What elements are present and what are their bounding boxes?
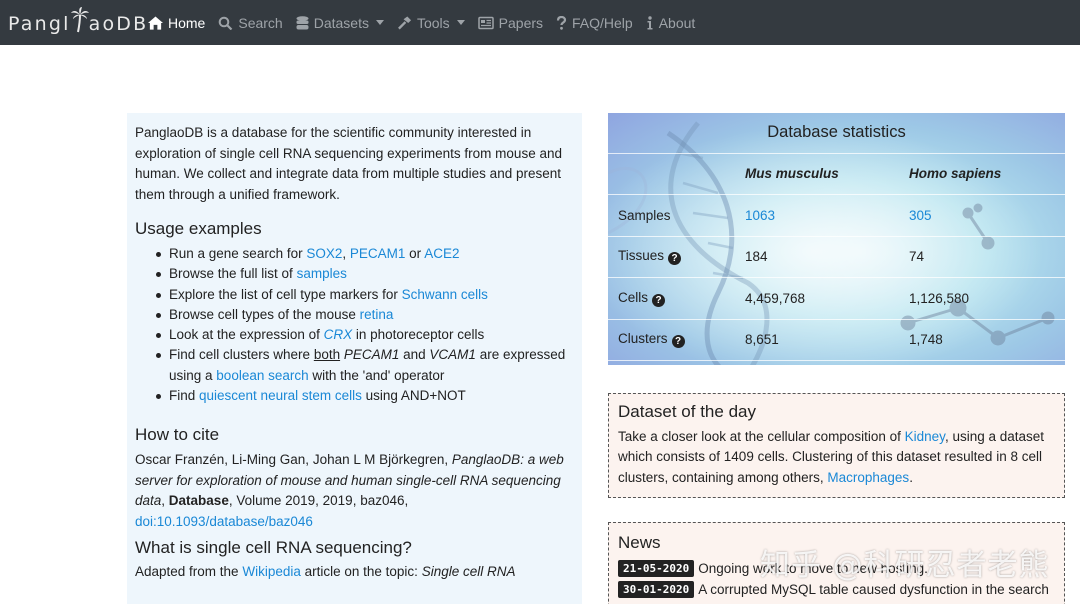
col-mus-musculus: Mus musculus — [745, 153, 909, 195]
news-text: A corrupted MySQL table caused dysfuncti… — [698, 582, 1049, 597]
col-homo-sapiens: Homo sapiens — [909, 153, 1065, 195]
table-row: Tissues? 184 74 — [608, 236, 1065, 278]
doi-link[interactable]: doi:10.1093/database/baz046 — [135, 514, 313, 529]
intro-panel: PanglaoDB is a database for the scientif… — [127, 113, 582, 604]
brand-logo[interactable]: Pangl aoDB — [8, 7, 149, 35]
dotd-text: Take a closer look at the cellular compo… — [618, 429, 1045, 485]
list-item: Look at the expression of CRX in photore… — [155, 325, 574, 345]
nav-search[interactable]: Search — [218, 14, 283, 31]
database-icon — [296, 15, 309, 29]
intro-text: PanglaoDB is a database for the scientif… — [135, 125, 562, 202]
main-nav: Home Search Datasets Tools Papers FAQ/He… — [148, 0, 708, 45]
nav-search-label: Search — [238, 14, 283, 31]
question-icon — [556, 15, 567, 30]
list-item: Find cell clusters where both PECAM1 and… — [155, 345, 574, 386]
dataset-of-the-day: Dataset of the day Take a closer look at… — [608, 393, 1065, 498]
ace2-link[interactable]: ACE2 — [424, 246, 459, 261]
list-item: Browse the full list of samples — [155, 264, 574, 284]
human-samples-link[interactable]: 305 — [909, 208, 932, 223]
wikipedia-link[interactable]: Wikipedia — [242, 564, 301, 579]
table-row: Clusters? 8,651 1,748 — [608, 319, 1065, 361]
list-item: Find quiescent neural stem cells using A… — [155, 386, 574, 406]
human-cells-value: 1,126,580 — [909, 277, 1065, 320]
palm-tree-icon — [70, 7, 89, 33]
quiescent-nsc-link[interactable]: quiescent neural stem cells — [199, 388, 362, 403]
search-icon — [219, 16, 233, 30]
news-date-badge: 30-01-2020 — [618, 581, 695, 598]
pecam1-link[interactable]: PECAM1 — [350, 246, 406, 261]
row-label-samples: Samples — [608, 194, 745, 237]
nav-papers[interactable]: Papers — [477, 14, 544, 31]
boolean-search-link[interactable]: boolean search — [216, 368, 308, 383]
statistics-title: Database statistics — [608, 113, 1065, 154]
hammer-icon — [398, 15, 412, 29]
human-clusters-value: 1,748 — [909, 319, 1065, 361]
nav-faq-label: FAQ/Help — [572, 14, 633, 31]
mouse-samples-link[interactable]: 1063 — [745, 208, 775, 223]
nav-faq[interactable]: FAQ/Help — [556, 15, 633, 31]
row-label-cells: Cells — [618, 289, 649, 305]
info-icon — [647, 15, 653, 29]
crx-link[interactable]: CRX — [324, 327, 353, 342]
samples-link[interactable]: samples — [297, 266, 347, 281]
chevron-down-icon — [456, 20, 465, 25]
list-item: Run a gene search for SOX2, PECAM1 or AC… — [155, 244, 574, 264]
newspaper-icon — [477, 16, 494, 29]
list-item: Explore the list of cell type markers fo… — [155, 285, 574, 305]
schwann-cells-link[interactable]: Schwann cells — [402, 287, 488, 302]
statistics-table: Database statistics Mus musculus Homo sa… — [608, 113, 1065, 361]
usage-heading: Usage examples — [135, 219, 262, 238]
sox2-link[interactable]: SOX2 — [306, 246, 342, 261]
mouse-tissues-value: 184 — [745, 236, 909, 278]
dotd-heading: Dataset of the day — [618, 402, 756, 421]
help-icon[interactable]: ? — [668, 252, 682, 266]
home-icon — [148, 15, 163, 30]
nav-home-label: Home — [168, 14, 206, 31]
nav-papers-label: Papers — [498, 14, 544, 31]
citation-text: Oscar Franzén, Li-Ming Gan, Johan L M Bj… — [135, 452, 564, 529]
brand-text-end: aoDB — [88, 13, 149, 35]
top-navbar: Pangl aoDB Home Search Datasets Tools Pa… — [0, 0, 1080, 45]
help-icon[interactable]: ? — [652, 293, 666, 307]
table-row: Samples 1063 305 — [608, 194, 1065, 237]
nav-tools-label: Tools — [416, 14, 450, 31]
list-item: Browse cell types of the mouse retina — [155, 305, 574, 325]
brand-text-start: Pangl — [8, 13, 71, 35]
news-date-badge: 21-05-2020 — [618, 560, 695, 577]
row-label-clusters: Clusters — [618, 331, 668, 347]
database-statistics: Database statistics Mus musculus Homo sa… — [608, 113, 1065, 365]
retina-link[interactable]: retina — [360, 307, 394, 322]
nav-about[interactable]: About — [646, 14, 696, 31]
nav-tools[interactable]: Tools — [397, 15, 465, 31]
scrna-heading: What is single cell RNA sequencing? — [135, 538, 412, 558]
usage-list: Run a gene search for SOX2, PECAM1 or AC… — [135, 244, 574, 406]
macrophages-link[interactable]: Macrophages — [827, 470, 909, 485]
nav-home[interactable]: Home — [148, 15, 205, 31]
row-label-tissues: Tissues — [618, 248, 665, 264]
cite-heading: How to cite — [135, 425, 220, 445]
nav-datasets-label: Datasets — [313, 14, 369, 31]
kidney-link[interactable]: Kidney — [905, 429, 945, 444]
human-tissues-value: 74 — [909, 236, 1065, 278]
adapted-text: Adapted from the Wikipedia article on th… — [135, 564, 516, 580]
mouse-clusters-value: 8,651 — [745, 319, 909, 361]
nav-datasets[interactable]: Datasets — [296, 15, 384, 31]
nav-about-label: About — [658, 14, 696, 31]
mouse-cells-value: 4,459,768 — [745, 277, 909, 320]
help-icon[interactable]: ? — [671, 335, 685, 349]
table-row: Cells? 4,459,768 1,126,580 — [608, 277, 1065, 320]
chevron-down-icon — [375, 20, 384, 25]
watermark: 知乎 @科研忍者老熊 — [760, 548, 1050, 583]
